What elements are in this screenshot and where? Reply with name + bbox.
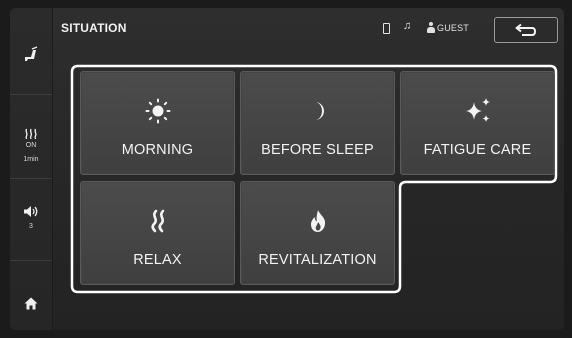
tile-before-sleep[interactable]: BEFORE SLEEP (240, 71, 395, 175)
tile-label: MORNING (121, 142, 194, 158)
tile-revitalization[interactable]: REVITALIZATION (240, 181, 395, 285)
tile-relax[interactable]: RELAX (80, 181, 235, 285)
heater-status: ON (25, 141, 37, 149)
back-arrow-icon (515, 23, 537, 36)
sidebar-divider (10, 178, 52, 179)
tile-label: RELAX (133, 252, 182, 268)
music-note-icon: ♫ (403, 20, 412, 32)
home-button[interactable] (10, 290, 52, 316)
sun-icon (145, 94, 171, 128)
speaker-icon (24, 205, 38, 217)
user-icon (427, 22, 435, 34)
heater-timer: 1min (23, 155, 39, 163)
back-button[interactable] (494, 17, 558, 43)
profile-label: GUEST (437, 23, 470, 33)
sidebar-divider (10, 94, 52, 95)
tile-morning[interactable]: MORNING (80, 71, 235, 175)
volume-level: 3 (29, 222, 33, 230)
tile-label: FATIGUE CARE (423, 142, 532, 158)
flame-icon (308, 204, 328, 238)
screen: ON 1min 3 SITUATION ♫ GUEST MORNING BEFO… (0, 0, 572, 338)
home-icon (24, 297, 38, 309)
page-title: SITUATION (61, 21, 127, 35)
seat-button[interactable] (10, 38, 52, 72)
sparkle-icon (463, 94, 493, 128)
tile-label: REVITALIZATION (258, 252, 377, 268)
heat-icon (25, 128, 37, 139)
volume-button[interactable]: 3 (10, 198, 52, 238)
wave-icon (147, 204, 169, 238)
tile-label: BEFORE SLEEP (261, 142, 374, 158)
heater-button[interactable]: ON 1min (10, 120, 52, 172)
phone-icon (383, 23, 390, 34)
sidebar-divider (10, 260, 52, 261)
sidebar: ON 1min 3 (10, 8, 52, 330)
moon-icon (308, 94, 328, 128)
seat-icon (25, 46, 38, 61)
tile-fatigue-care[interactable]: FATIGUE CARE (400, 71, 555, 175)
